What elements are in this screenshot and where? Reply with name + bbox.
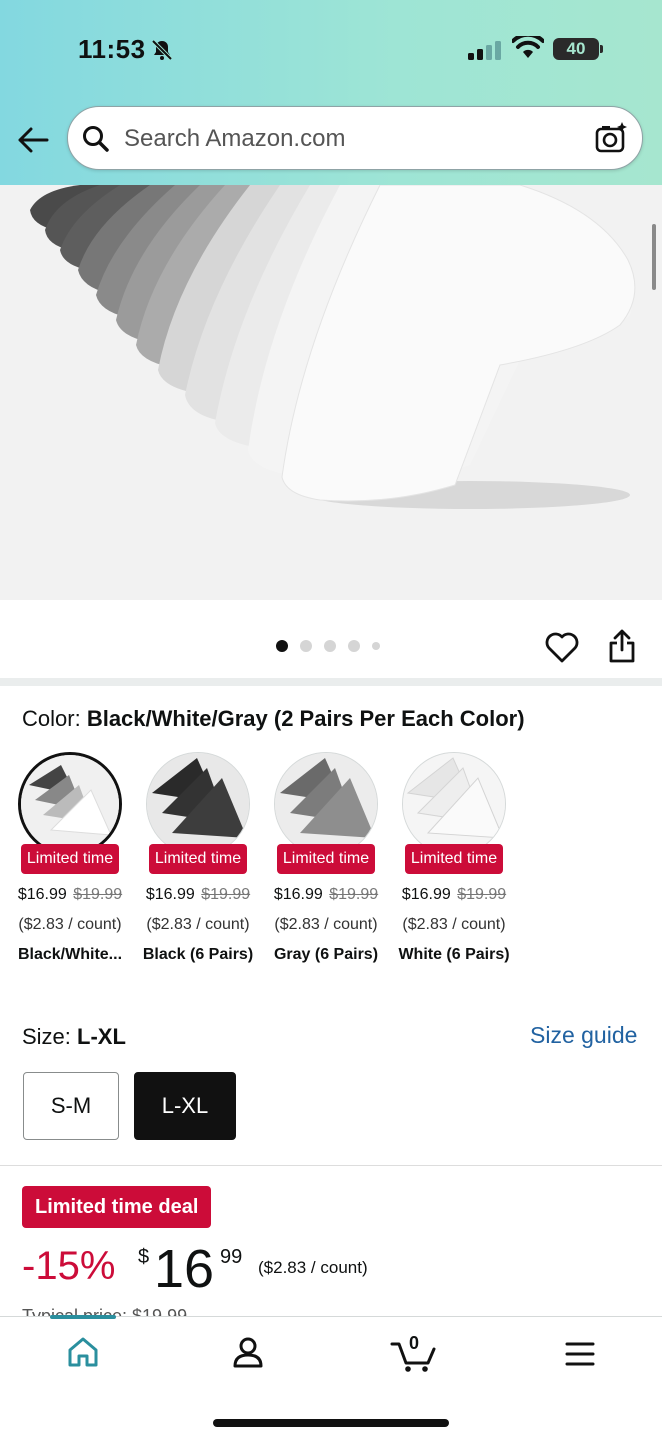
menu-icon[interactable] [565,1341,595,1367]
share-icon[interactable] [607,628,637,664]
battery-indicator: 40 [553,38,599,60]
variant-price: $16.99 $19.99 [273,886,379,903]
search-icon [83,126,109,152]
size-option-s-m[interactable]: S-M [23,1072,119,1140]
battery-cap [600,45,603,53]
limited-time-badge: Limited time [20,844,120,874]
size-option-l-xl[interactable]: L-XL [134,1072,236,1140]
wifi-icon [512,36,544,58]
variant-name: White (6 Pairs) [398,946,510,963]
socks-illustration [30,185,636,509]
color-option-white[interactable]: Limited time $16.99 $19.99 ($2.83 / coun… [398,752,510,964]
home-icon[interactable] [66,1335,100,1369]
color-value: Black/White/Gray (2 Pairs Per Each Color… [86,706,525,731]
limited-time-badge: Limited time [404,844,504,874]
variant-price: $16.99 $19.99 [145,886,251,903]
scroll-indicator [652,224,656,290]
variant-unit-price: ($2.83 / count) [18,916,122,933]
size-guide-link[interactable]: Size guide [530,1022,637,1049]
price-per-count: ($2.83 / count) [258,1258,368,1277]
carousel-dot[interactable] [324,640,336,652]
home-indicator [213,1419,449,1427]
swatch-image [274,752,378,856]
limited-time-badge: Limited time [148,844,248,874]
camera-search-icon[interactable] [594,121,628,155]
variant-name: Black (6 Pairs) [142,946,254,963]
variant-name: Gray (6 Pairs) [273,946,379,963]
search-input[interactable]: Search Amazon.com [67,106,643,170]
active-tab-indicator [50,1315,116,1319]
product-image[interactable] [0,185,662,600]
variant-price: $16.99 $19.99 [401,886,507,903]
image-carousel-dots[interactable] [276,640,380,652]
variant-unit-price: ($2.83 / count) [274,916,378,933]
swatch-image [18,752,122,856]
size-selection-label: Size: L-XL [22,1024,126,1049]
carousel-dot-active[interactable] [276,640,288,652]
variant-price: $16.99 $19.99 [17,886,123,903]
account-icon[interactable] [231,1335,265,1369]
cart-count: 0 [409,1333,420,1353]
price-fraction: 99 [220,1246,243,1268]
status-time: 11:53 [78,34,146,64]
back-arrow-icon[interactable] [16,124,50,156]
color-selection-label: Color: Black/White/Gray (2 Pairs Per Eac… [22,706,525,731]
carousel-dot[interactable] [348,640,360,652]
variant-unit-price: ($2.83 / count) [402,916,506,933]
swatch-image [402,752,506,856]
search-placeholder: Search Amazon.com [124,125,346,152]
limited-time-badge: Limited time [276,844,376,874]
color-swatches: Limited time $16.99 $19.99 ($2.83 / coun… [15,752,510,964]
section-divider [0,678,662,686]
variant-name: Black/White... [17,946,123,963]
heart-icon[interactable] [545,632,579,664]
price-currency: $ [138,1246,150,1268]
carousel-dot[interactable] [372,642,380,650]
price-whole: 16 [154,1239,215,1299]
section-divider [0,1165,662,1166]
color-option-black[interactable]: Limited time $16.99 $19.99 ($2.83 / coun… [143,752,253,964]
swatch-image [146,752,250,856]
size-value: L-XL [77,1024,126,1049]
color-option-black-white[interactable]: Limited time $16.99 $19.99 ($2.83 / coun… [15,752,125,964]
carousel-dot[interactable] [300,640,312,652]
variant-unit-price: ($2.83 / count) [146,916,250,933]
limited-time-deal-badge: Limited time deal [22,1186,212,1228]
app-header: 11:53 40 Search Amazon.com [0,0,662,185]
discount-percent: -15% [22,1244,116,1288]
bell-slash-icon [151,39,173,61]
white-socks [158,185,636,502]
cellular-signal-icon [468,41,501,60]
color-option-gray[interactable]: Limited time $16.99 $19.99 ($2.83 / coun… [271,752,381,964]
bottom-navigation: 0 [0,1315,662,1440]
